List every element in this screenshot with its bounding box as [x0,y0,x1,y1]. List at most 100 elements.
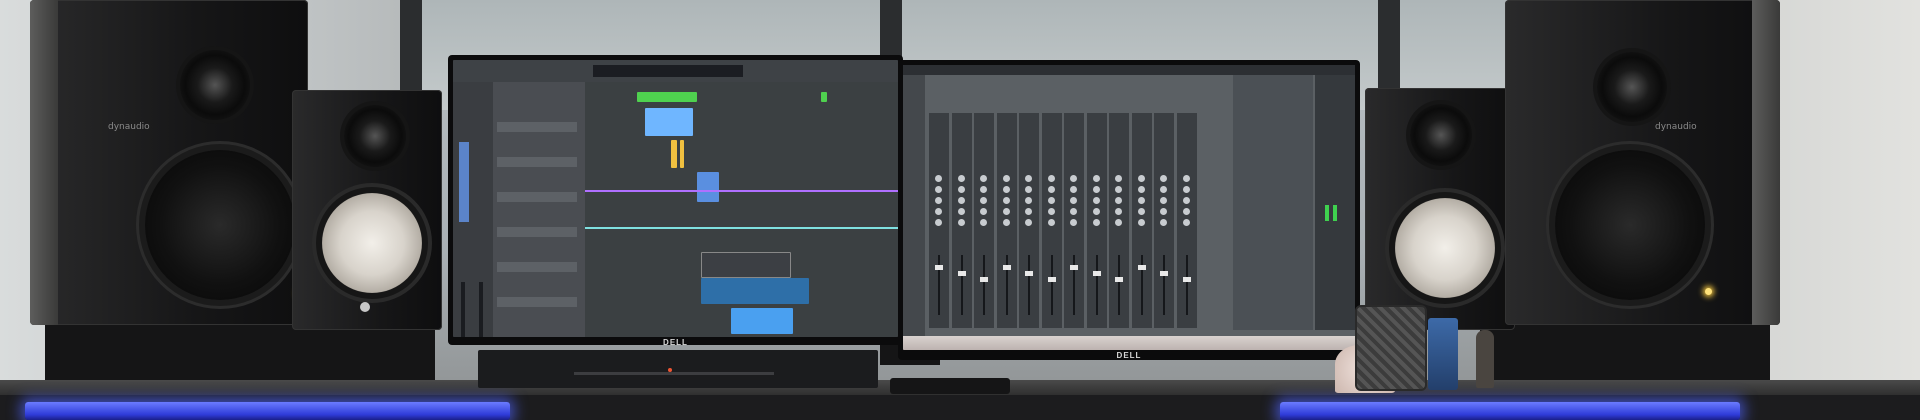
channel-knob[interactable] [1025,208,1032,215]
channel-knob[interactable] [1070,197,1077,204]
channel-knob[interactable] [935,208,942,215]
speaker-small-right [1365,88,1515,330]
channel-knob[interactable] [1047,208,1055,215]
automation-line[interactable] [585,227,898,229]
daw-track-headers [493,82,585,337]
channel-knob[interactable] [1025,197,1032,204]
channel-knob[interactable] [1002,208,1010,215]
channel-knob[interactable] [1092,197,1100,204]
channel-knob[interactable] [1092,219,1100,226]
daw-arrange-area[interactable] [585,82,898,337]
automation-line[interactable] [585,190,898,192]
midi-region[interactable] [697,172,719,202]
tweeter [180,50,250,120]
audio-region[interactable] [701,252,791,278]
channel-knob[interactable] [1137,208,1145,215]
channel-fader[interactable] [957,271,966,276]
channel-knob[interactable] [935,197,942,204]
track-header[interactable] [497,262,577,272]
channel-knob[interactable] [1025,175,1032,182]
midi-region[interactable] [680,140,684,168]
channel-fader[interactable] [1160,271,1168,276]
channel-knob[interactable] [980,197,987,204]
channel-knob[interactable] [1182,175,1190,182]
channel-knob[interactable] [1160,175,1167,182]
channel-knob[interactable] [1047,197,1055,204]
channel-knob[interactable] [1115,175,1122,182]
track-header[interactable] [497,297,577,307]
channel-knob[interactable] [1115,186,1122,193]
channel-knob[interactable] [1137,197,1145,204]
channel-knob[interactable] [1092,175,1100,182]
channel-knob[interactable] [1182,197,1190,204]
audio-region[interactable] [701,278,809,304]
channel-fader[interactable] [980,277,988,282]
channel-knob[interactable] [1002,186,1010,193]
channel-knob[interactable] [1137,219,1145,226]
channel-knob[interactable] [1002,175,1010,182]
channel-fader[interactable] [1047,277,1056,282]
channel-knob[interactable] [1070,219,1077,226]
channel-knob[interactable] [1182,219,1190,226]
channel-knob[interactable] [1160,186,1167,193]
channel-knob[interactable] [1047,219,1055,226]
channel-knob[interactable] [1025,186,1032,193]
channel-knob[interactable] [935,186,942,193]
channel-knob[interactable] [1137,175,1145,182]
channel-fader[interactable] [1115,277,1123,282]
channel-fader[interactable] [1070,265,1078,270]
channel-fader-track [1005,255,1008,315]
channel-knob[interactable] [980,186,987,193]
audio-region[interactable] [637,92,697,102]
channel-knob[interactable] [935,175,942,182]
audio-region[interactable] [731,308,793,334]
daw-lcd-display [593,65,743,77]
channel-knob[interactable] [980,175,987,182]
channel-knob[interactable] [1092,208,1100,215]
channel-knob[interactable] [957,175,965,182]
channel-knob[interactable] [1182,186,1190,193]
channel-knob[interactable] [1002,219,1010,226]
rack-vent [574,372,774,375]
channel-knob[interactable] [957,208,965,215]
channel-knob[interactable] [935,219,942,226]
channel-fader[interactable] [1137,265,1146,270]
channel-knob[interactable] [980,208,987,215]
channel-knob[interactable] [1047,175,1055,182]
channel-knob[interactable] [1002,197,1010,204]
midi-region[interactable] [645,108,693,136]
channel-knob[interactable] [1160,197,1167,204]
channel-knob[interactable] [957,186,965,193]
channel-knob[interactable] [980,219,987,226]
channel-knob[interactable] [1115,197,1122,204]
channel-knob[interactable] [1160,208,1167,215]
track-header[interactable] [497,192,577,202]
speaker-stand-left [45,322,435,384]
channel-fader[interactable] [1025,271,1033,276]
audio-region[interactable] [821,92,827,102]
channel-knob[interactable] [1137,186,1145,193]
channel-knob[interactable] [957,219,965,226]
channel-knob[interactable] [1070,208,1077,215]
midi-region[interactable] [671,140,677,168]
channel-knob[interactable] [1070,175,1077,182]
channel-fader[interactable] [1092,271,1101,276]
woofer [1395,198,1495,298]
track-header[interactable] [497,227,577,237]
woofer [145,150,295,300]
channel-knob[interactable] [1025,219,1032,226]
track-header[interactable] [497,157,577,167]
channel-knob[interactable] [1092,186,1100,193]
channel-knob[interactable] [1160,219,1167,226]
channel-fader[interactable] [935,265,943,270]
channel-knob[interactable] [1070,186,1077,193]
channel-fader[interactable] [1002,265,1011,270]
channel-knob[interactable] [957,197,965,204]
channel-knob[interactable] [1115,208,1122,215]
channel-knob[interactable] [1115,219,1122,226]
track-header[interactable] [497,122,577,132]
speaker-large-right: dynaudio [1505,0,1780,325]
channel-fader[interactable] [1182,277,1191,282]
channel-knob[interactable] [1182,208,1190,215]
channel-knob[interactable] [1047,186,1055,193]
